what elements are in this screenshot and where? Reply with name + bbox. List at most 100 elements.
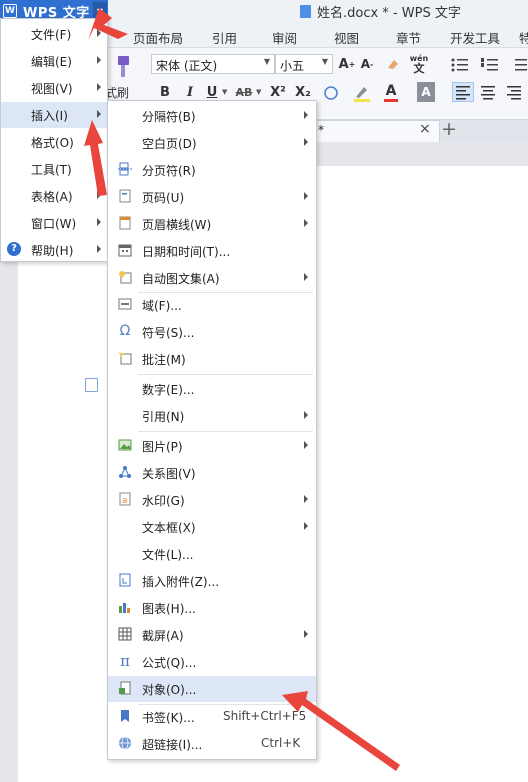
- menu-item-attachment[interactable]: 插入附件(Z)...: [108, 568, 316, 594]
- svg-text:a: a: [122, 496, 128, 506]
- clear-format-icon[interactable]: [385, 56, 401, 72]
- shrink-font-button[interactable]: A-: [358, 54, 376, 74]
- tab-chapter[interactable]: 章节: [396, 28, 421, 47]
- menu-item-reference[interactable]: 引用(N): [108, 403, 316, 429]
- align-center-icon[interactable]: [478, 83, 498, 101]
- font-color-button[interactable]: A: [383, 83, 399, 103]
- menu-item-view[interactable]: 视图(V): [1, 75, 107, 101]
- menu-item-table[interactable]: 表格(A): [1, 183, 107, 209]
- menu-item-label: 引用(N): [142, 410, 185, 424]
- highlight-pen-icon[interactable]: [352, 83, 372, 103]
- menu-item-relation-diagram[interactable]: 关系图(V): [108, 460, 316, 486]
- menu-item-shortcut: Ctrl+K: [261, 736, 301, 750]
- menu-item-label: 批注(M): [142, 353, 186, 367]
- format-painter-icon[interactable]: [110, 54, 132, 80]
- menu-item-help[interactable]: ? 帮助(H): [1, 237, 107, 263]
- tab-references[interactable]: 引用: [212, 28, 237, 47]
- align-right-icon[interactable]: [504, 83, 524, 101]
- tab-view[interactable]: 视图: [334, 28, 359, 47]
- bold-button[interactable]: B: [157, 82, 173, 102]
- menu-item-separator[interactable]: 分隔符(B): [108, 103, 316, 129]
- numbered-list-icon[interactable]: [480, 56, 500, 74]
- decrease-indent-icon[interactable]: [510, 56, 528, 74]
- menu-item-symbol[interactable]: Ω 符号(S)...: [108, 319, 316, 345]
- menu-item-hyperlink[interactable]: 超链接(I)... Ctrl+K: [108, 731, 316, 757]
- autotext-icon: [119, 271, 132, 284]
- tab-review[interactable]: 审阅: [272, 28, 297, 47]
- subscript-button[interactable]: X₂: [293, 82, 313, 102]
- menu-item-formula[interactable]: π 公式(Q)...: [108, 649, 316, 675]
- tab-special[interactable]: 特: [519, 28, 528, 47]
- underline-button[interactable]: U: [204, 82, 220, 102]
- font-name-select[interactable]: 宋体 (正文) ▼: [151, 54, 275, 74]
- menu-item-format[interactable]: 格式(O): [1, 129, 107, 155]
- menu-item-label: 帮助(H): [31, 244, 74, 258]
- align-left-icon: [456, 86, 470, 100]
- align-left-button[interactable]: [452, 82, 474, 102]
- superscript-button[interactable]: X²: [268, 82, 288, 102]
- new-tab-icon[interactable]: +: [441, 118, 457, 140]
- menu-item-page-number[interactable]: 页码(U): [108, 184, 316, 210]
- tab-developer[interactable]: 开发工具: [450, 28, 500, 47]
- chevron-down-icon[interactable]: ▼: [256, 88, 261, 96]
- menu-item-label: 文件(F): [31, 28, 72, 42]
- insert-submenu: 分隔符(B) 空白页(D) 分页符(R) 页码(U) 页眉横线(W) 日期和时间…: [107, 100, 317, 760]
- menu-item-bookmark[interactable]: 书签(K)... Shift+Ctrl+F5: [108, 704, 316, 730]
- menu-item-label: 表格(A): [31, 190, 73, 204]
- menu-item-label: 公式(Q)...: [142, 656, 197, 670]
- screenshot-icon: [118, 627, 132, 641]
- menu-item-label: 工具(T): [31, 163, 72, 177]
- watermark-icon: a: [119, 492, 131, 506]
- page-break-icon: [118, 162, 132, 176]
- char-shading-button[interactable]: A: [417, 82, 435, 102]
- hyperlink-icon: [119, 736, 131, 750]
- menu-item-screenshot[interactable]: 截屏(A): [108, 622, 316, 648]
- grow-font-button[interactable]: A +: [338, 54, 356, 74]
- menu-item-insert[interactable]: 插入(I): [1, 102, 107, 128]
- strikethrough-button[interactable]: AB: [233, 82, 255, 102]
- submenu-arrow-icon: [97, 191, 101, 199]
- menu-item-tools[interactable]: 工具(T): [1, 156, 107, 182]
- menu-item-autotext[interactable]: 自动图文集(A): [108, 265, 316, 291]
- menu-item-label: 图片(P): [142, 440, 183, 454]
- menu-item-label: 插入(I): [31, 109, 68, 123]
- menu-item-textbox[interactable]: 文本框(X): [108, 514, 316, 540]
- document-icon: [300, 5, 311, 18]
- bookmark-icon: [121, 710, 129, 722]
- menu-item-label: 自动图文集(A): [142, 272, 220, 286]
- menu-item-comment[interactable]: 批注(M): [108, 346, 316, 372]
- bullet-list-icon[interactable]: [450, 56, 470, 74]
- text-effect-icon[interactable]: [322, 84, 340, 102]
- menu-item-file[interactable]: 文件(L)...: [108, 541, 316, 567]
- menu-item-object[interactable]: 对象(O)...: [108, 676, 316, 702]
- menu-item-chart[interactable]: 图表(H)...: [108, 595, 316, 621]
- submenu-arrow-icon: [304, 273, 308, 281]
- menu-item-date-time[interactable]: 日期和时间(T)...: [108, 238, 316, 264]
- menu-item-edit[interactable]: 编辑(E): [1, 48, 107, 74]
- menu-item-watermark[interactable]: a 水印(G): [108, 487, 316, 513]
- menu-item-label: 日期和时间(T)...: [142, 245, 231, 259]
- wps-main-menu: 文件(F) 编辑(E) 视图(V) 插入(I) 格式(O) 工具(T) 表格(A…: [0, 18, 108, 262]
- pi-icon: π: [120, 652, 130, 670]
- wps-logo-icon: W: [3, 4, 17, 18]
- menu-item-window[interactable]: 窗口(W): [1, 210, 107, 236]
- font-size-select[interactable]: 小五 ▼: [275, 54, 333, 74]
- menu-item-picture[interactable]: 图片(P): [108, 433, 316, 459]
- submenu-arrow-icon: [304, 411, 308, 419]
- menu-item-header-line[interactable]: 页眉横线(W): [108, 211, 316, 237]
- relation-diagram-icon: [119, 466, 131, 478]
- tab-page-layout[interactable]: 页面布局: [133, 28, 183, 47]
- italic-button[interactable]: I: [182, 82, 198, 102]
- menu-item-blank-page[interactable]: 空白页(D): [108, 130, 316, 156]
- menu-item-field[interactable]: 域(F)...: [108, 292, 316, 318]
- chevron-down-icon[interactable]: ▼: [222, 88, 227, 96]
- pinyin-guide-button[interactable]: wén 文: [408, 53, 430, 75]
- menu-item-label: 超链接(I)...: [142, 738, 203, 752]
- menu-item-page-break[interactable]: 分页符(R): [108, 157, 316, 183]
- menu-item-number[interactable]: 数字(E)...: [108, 376, 316, 402]
- submenu-arrow-icon: [304, 111, 308, 119]
- calendar-icon: [118, 244, 132, 257]
- menu-item-file[interactable]: 文件(F): [1, 21, 107, 47]
- format-painter-label[interactable]: 式刷: [105, 84, 129, 101]
- close-icon[interactable]: ×: [419, 121, 431, 137]
